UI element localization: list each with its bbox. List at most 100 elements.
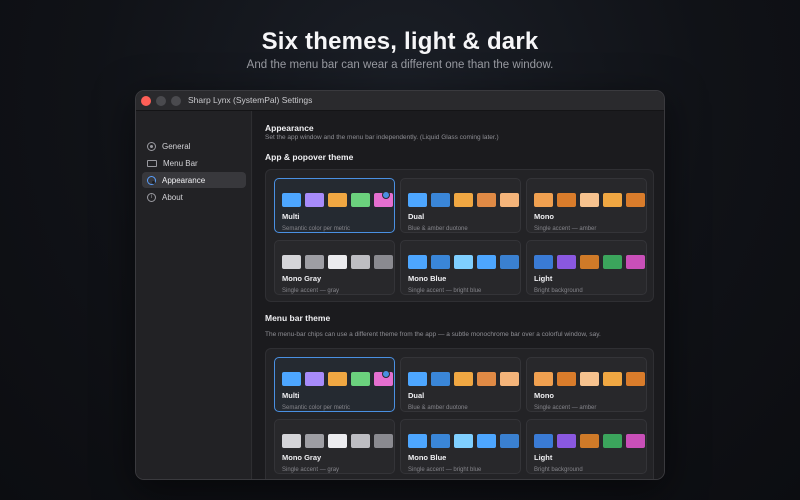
app-theme-grid: Multi Semantic color per metric Dual Blue &…	[265, 169, 654, 302]
color-swatch	[557, 255, 576, 269]
menubar-theme-grid: Multi Semantic color per metric Dual Blue &…	[265, 348, 654, 479]
sidebar-item-menu-bar[interactable]: Menu Bar	[142, 155, 246, 171]
menubar-theme-card-mono-gray[interactable]: Mono Gray Single accent — gray	[274, 419, 395, 474]
swatch-row	[282, 255, 393, 269]
sidebar-item-general[interactable]: General	[142, 138, 246, 154]
color-swatch	[557, 193, 576, 207]
sidebar-item-label: Appearance	[162, 175, 206, 185]
general-icon	[147, 141, 156, 151]
settings-window: Sharp Lynx (SystemPal) Settings General …	[135, 90, 665, 480]
theme-description: Single accent — bright blue	[408, 288, 482, 294]
menubar-theme-card-light[interactable]: Light Bright background	[526, 419, 647, 474]
menubar-theme-card-mono[interactable]: Mono Single accent — amber	[526, 357, 647, 412]
swatch-row	[534, 372, 645, 386]
menubar-icon	[147, 159, 157, 167]
color-swatch	[408, 434, 427, 448]
color-swatch	[500, 255, 519, 269]
color-swatch	[454, 193, 473, 207]
menubar-theme-card-mono-blue[interactable]: Mono Blue Single accent — bright blue	[400, 419, 521, 474]
color-swatch	[374, 255, 393, 269]
menubar-theme-card-dual[interactable]: Dual Blue & amber duotone	[400, 357, 521, 412]
selected-indicator-icon	[382, 191, 390, 199]
color-swatch	[500, 434, 519, 448]
swatch-row	[408, 434, 519, 448]
color-swatch	[557, 372, 576, 386]
theme-description: Single accent — gray	[282, 467, 340, 473]
color-swatch	[603, 255, 622, 269]
color-swatch	[431, 434, 450, 448]
app-theme-card-dual[interactable]: Dual Blue & amber duotone	[400, 178, 521, 233]
theme-description: Semantic color per metric	[282, 405, 351, 411]
zoom-window-button[interactable]	[171, 96, 181, 106]
swatch-row	[282, 434, 393, 448]
color-swatch	[431, 193, 450, 207]
theme-name: Light	[534, 453, 553, 462]
color-swatch	[408, 193, 427, 207]
color-swatch	[328, 193, 347, 207]
theme-name: Mono Blue	[408, 453, 447, 462]
theme-name: Mono	[534, 212, 554, 221]
sidebar-item-about[interactable]: i About	[142, 189, 246, 205]
swatch-row	[408, 255, 519, 269]
color-swatch	[305, 255, 324, 269]
theme-name: Multi	[282, 391, 300, 400]
theme-name: Mono Gray	[282, 453, 322, 462]
color-swatch	[351, 434, 370, 448]
theme-description: Semantic color per metric	[282, 226, 351, 232]
color-swatch	[351, 193, 370, 207]
sidebar-item-appearance[interactable]: Appearance	[142, 172, 246, 188]
app-theme-card-mono-gray[interactable]: Mono Gray Single accent — gray	[274, 240, 395, 295]
color-swatch	[328, 434, 347, 448]
swatch-row	[534, 193, 645, 207]
menubar-theme-card-multi[interactable]: Multi Semantic color per metric	[274, 357, 395, 412]
color-swatch	[626, 193, 645, 207]
theme-name: Multi	[282, 212, 300, 221]
theme-name: Dual	[408, 212, 425, 221]
app-theme-card-mono-blue[interactable]: Mono Blue Single accent — bright blue	[400, 240, 521, 295]
title-bar[interactable]: Sharp Lynx (SystemPal) Settings	[136, 91, 664, 111]
menubar-theme-title: Menu bar theme	[265, 313, 331, 323]
color-swatch	[580, 193, 599, 207]
theme-description: Single accent — amber	[534, 405, 597, 411]
color-swatch	[454, 372, 473, 386]
close-window-button[interactable]	[141, 96, 151, 106]
sidebar-item-label: General	[162, 141, 191, 151]
page-description: Set the app window and the menu bar inde…	[265, 134, 499, 141]
color-swatch	[603, 193, 622, 207]
color-swatch	[328, 255, 347, 269]
color-swatch	[477, 372, 496, 386]
color-swatch	[500, 193, 519, 207]
swatch-row	[282, 372, 393, 386]
color-swatch	[282, 255, 301, 269]
color-swatch	[351, 255, 370, 269]
swatch-row	[408, 193, 519, 207]
color-swatch	[580, 372, 599, 386]
color-swatch	[305, 434, 324, 448]
app-theme-card-light[interactable]: Light Bright background	[526, 240, 647, 295]
app-theme-card-mono[interactable]: Mono Single accent — amber	[526, 178, 647, 233]
color-swatch	[603, 372, 622, 386]
sidebar: General Menu Bar Appearance i About	[136, 111, 252, 479]
swatch-row	[534, 434, 645, 448]
color-swatch	[431, 372, 450, 386]
color-swatch	[580, 255, 599, 269]
selected-indicator-icon	[382, 370, 390, 378]
theme-description: Single accent — gray	[282, 288, 340, 294]
app-theme-title: App & popover theme	[265, 152, 354, 162]
color-swatch	[282, 434, 301, 448]
theme-description: Bright background	[534, 467, 583, 473]
color-swatch	[500, 372, 519, 386]
color-swatch	[351, 372, 370, 386]
color-swatch	[626, 255, 645, 269]
color-swatch	[477, 255, 496, 269]
hero-title: Six themes, light & dark	[261, 28, 539, 55]
swatch-row	[534, 255, 645, 269]
color-swatch	[408, 255, 427, 269]
color-swatch	[408, 372, 427, 386]
color-swatch	[603, 434, 622, 448]
window-title: Sharp Lynx (SystemPal) Settings	[188, 95, 313, 105]
app-theme-card-multi[interactable]: Multi Semantic color per metric	[274, 178, 395, 233]
color-swatch	[454, 255, 473, 269]
page-title: Appearance	[265, 123, 314, 133]
minimize-window-button[interactable]	[156, 96, 166, 106]
